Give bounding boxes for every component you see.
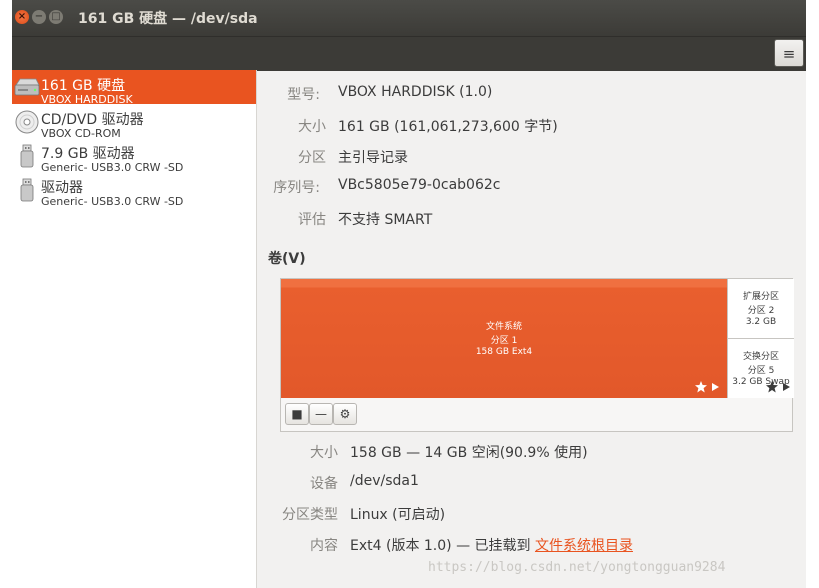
- drive-item-cdrom[interactable]: CD/DVD 驱动器 VBOX CD-ROM: [12, 104, 256, 138]
- device-label: 设备: [310, 476, 338, 492]
- mount-point-link[interactable]: 文件系统根目录: [535, 538, 633, 554]
- drive-name: 7.9 GB 驱动器: [41, 146, 135, 162]
- volume-size-value: 158 GB — 14 GB 空闲(90.9% 使用): [350, 445, 588, 461]
- drive-item-harddisk[interactable]: 161 GB 硬盘 VBOX HARDDISK: [12, 70, 256, 104]
- volume-size: 158 GB Ext4: [475, 347, 533, 357]
- volume-map: 文件系统 分区 1 158 GB Ext4 扩展分区 分区 2 3.2 GB 交…: [280, 278, 794, 432]
- usb-drive-icon: [20, 178, 34, 202]
- volume-filesystem-partition-1[interactable]: 文件系统 分区 1 158 GB Ext4: [281, 279, 727, 398]
- volume-type: 扩展分区: [742, 292, 779, 302]
- sidebar-empty-area: [12, 206, 256, 588]
- contents-text: Ext4 (版本 1.0) — 已挂载到: [350, 538, 535, 554]
- drive-name: CD/DVD 驱动器: [41, 112, 144, 128]
- volume-partition: 分区 2: [747, 306, 775, 316]
- model-value: VBOX HARDDISK (1.0): [338, 84, 493, 100]
- volume-partition: 分区 5: [747, 366, 775, 376]
- drive-item-usb[interactable]: 驱动器 Generic- USB3.0 CRW -SD: [12, 172, 256, 206]
- volume-extended-partition-2[interactable]: 扩展分区 分区 2 3.2 GB: [727, 279, 794, 339]
- drive-name: 161 GB 硬盘: [41, 78, 126, 94]
- size-value: 161 GB (161,061,273,600 字节): [338, 119, 558, 135]
- assessment-value: 不支持 SMART: [338, 212, 433, 228]
- drive-model: VBOX CD-ROM: [41, 127, 121, 138]
- contents-label: 内容: [310, 538, 338, 554]
- watermark-text: https://blog.csdn.net/yongtongguan9284: [428, 560, 726, 575]
- delete-partition-button[interactable]: —: [309, 403, 333, 425]
- volume-size: 3.2 GB: [745, 317, 777, 327]
- size-label: 大小: [298, 119, 326, 135]
- harddisk-icon: [14, 78, 40, 96]
- volume-type: 文件系统: [485, 322, 522, 332]
- drive-model: Generic- USB3.0 CRW -SD: [41, 195, 184, 206]
- volume-size-label: 大小: [310, 445, 338, 461]
- assessment-label: 评估: [298, 212, 326, 228]
- drive-model: Generic- USB3.0 CRW -SD: [41, 161, 184, 172]
- maximize-window-button[interactable]: □: [49, 10, 63, 24]
- volume-partition: 分区 1: [490, 336, 518, 346]
- drive-model: VBOX HARDDISK: [41, 93, 133, 104]
- minimize-window-button[interactable]: −: [32, 10, 46, 24]
- gears-icon: ⚙: [339, 407, 351, 421]
- serial-value: VBc5805e79-0cab062c: [338, 177, 501, 193]
- device-value: /dev/sda1: [350, 473, 419, 489]
- hamburger-icon: ≡: [782, 45, 796, 63]
- header-bar: ≡: [12, 36, 806, 71]
- optical-disc-icon: [15, 110, 39, 134]
- drive-name: 驱动器: [41, 180, 83, 196]
- volumes-heading: 卷(V): [268, 251, 306, 267]
- window-title: 161 GB 硬盘 — /dev/sda: [78, 11, 258, 27]
- mounted-star-play-icon: [695, 381, 719, 393]
- contents-value: Ext4 (版本 1.0) — 已挂载到 文件系统根目录: [350, 535, 633, 555]
- partitioning-value: 主引导记录: [338, 150, 408, 166]
- app-menu-button[interactable]: ≡: [774, 39, 804, 67]
- close-window-button[interactable]: ×: [15, 10, 29, 24]
- volume-swap-partition-5[interactable]: 交换分区 分区 5 3.2 GB Swap: [727, 339, 794, 398]
- usb-drive-icon: [20, 144, 34, 168]
- minus-icon: —: [315, 407, 327, 421]
- serial-label: 序列号:: [273, 180, 320, 196]
- model-label: 型号:: [287, 87, 320, 103]
- drive-item-usb-7-9gb[interactable]: 7.9 GB 驱动器 Generic- USB3.0 CRW -SD: [12, 138, 256, 172]
- volume-type: 交换分区: [742, 352, 779, 362]
- partition-type-value: Linux (可启动): [350, 507, 446, 523]
- partition-type-label: 分区类型: [282, 507, 338, 523]
- partitioning-label: 分区: [298, 150, 326, 166]
- more-actions-button[interactable]: ⚙: [333, 403, 357, 425]
- unmount-button[interactable]: ■: [285, 403, 309, 425]
- pane-divider[interactable]: [256, 70, 257, 588]
- drive-list: 161 GB 硬盘 VBOX HARDDISK CD/DVD 驱动器 VBOX …: [12, 70, 256, 206]
- disks-window: × − □ 161 GB 硬盘 — /dev/sda ≡ 161 GB 硬盘 V…: [12, 0, 806, 588]
- stop-icon: ■: [291, 407, 303, 421]
- title-bar: × − □ 161 GB 硬盘 — /dev/sda: [12, 0, 806, 36]
- swap-star-play-icon: [766, 381, 790, 393]
